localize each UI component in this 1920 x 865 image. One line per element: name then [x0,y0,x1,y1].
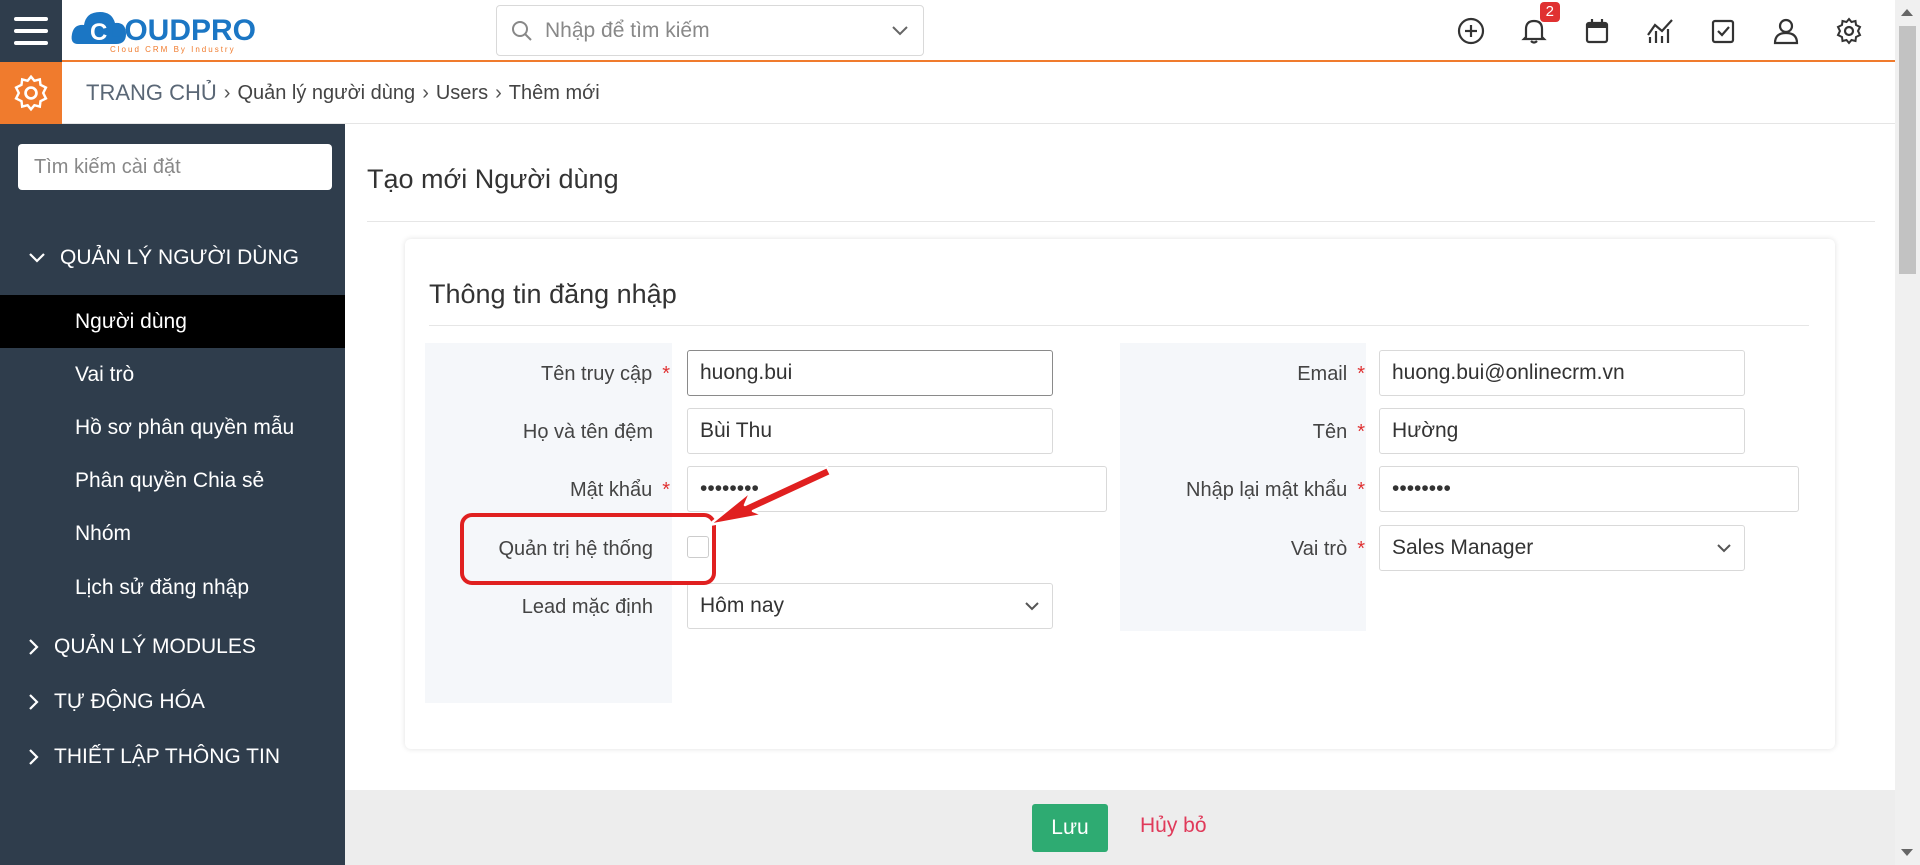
section-automation[interactable]: TỰ ĐỘNG HÓA [28,690,205,714]
user-icon[interactable] [1769,15,1802,48]
annotation-arrow-icon [707,465,833,527]
section-user-management[interactable]: QUẢN LÝ NGƯỜI DÙNG [28,246,299,270]
section-label: QUẢN LÝ MODULES [54,635,256,658]
main-content: Tạo mới Người dùng Thông tin đăng nhập T… [345,124,1895,865]
first-name-field[interactable] [1379,408,1745,454]
breadcrumb-bar: TRANG CHỦ › Quản lý người dùng › Users ›… [0,62,1895,124]
top-bar: C LOUDPRO Cloud CRM By Industry 2 [0,0,1895,62]
scroll-up-icon[interactable] [1901,9,1913,16]
last-name-label: Họ và tên đệm [522,421,653,443]
cancel-button[interactable]: Hủy bỏ [1140,814,1207,838]
chevron-down-icon [1025,602,1039,611]
chevron-right-icon: › [495,81,502,104]
save-button[interactable]: Lưu [1032,804,1108,852]
sidebar-item-login-history[interactable]: Lịch sử đăng nhập [0,561,345,614]
sidebar-item-label: Người dùng [75,309,187,333]
default-lead-select-value: Hôm nay [700,594,785,617]
hamburger-menu-icon[interactable] [0,0,62,62]
svg-text:C: C [90,19,107,46]
default-lead-select[interactable]: Hôm nay [687,583,1053,629]
login-info-card: Thông tin đăng nhập Tên truy cập* Email*… [405,239,1835,749]
sidebar-item-users[interactable]: Người dùng [0,295,345,348]
logo-text: LOUDPRO [106,14,256,47]
sidebar-item-label: Nhóm [75,521,132,545]
task-check-icon[interactable] [1706,15,1739,48]
breadcrumb-add-new: Thêm mới [508,81,600,104]
first-name-label: Tên * [1312,421,1365,443]
logo-tagline: Cloud CRM By Industry [110,45,236,54]
plus-circle-icon[interactable] [1454,15,1487,48]
bell-icon[interactable]: 2 [1517,1,1560,48]
scrollbar-thumb[interactable] [1899,26,1916,274]
email-label: Email * [1297,363,1365,385]
email-field[interactable] [1379,350,1745,396]
confirm-password-field[interactable] [1379,466,1799,512]
breadcrumb: TRANG CHỦ › Quản lý người dùng › Users ›… [86,62,600,124]
calendar-icon[interactable] [1580,15,1613,48]
username-label: Tên truy cập * [541,363,670,385]
last-name-field[interactable] [687,408,1053,454]
section-label: TỰ ĐỘNG HÓA [54,690,205,713]
section-info-settings[interactable]: THIẾT LẬP THÔNG TIN [28,745,280,769]
breadcrumb-user-management[interactable]: Quản lý người dùng [237,82,415,105]
form-footer: Lưu Hủy bỏ [345,790,1895,865]
settings-sidebar: QUẢN LÝ NGƯỜI DÙNG Người dùng Vai trò Hồ… [0,124,345,865]
section-label: THIẾT LẬP THÔNG TIN [54,745,280,768]
top-icon-bar: 2 [1454,0,1865,62]
sidebar-item-label: Lịch sử đăng nhập [75,575,250,599]
settings-gear-icon[interactable] [0,62,62,124]
sidebar-item-label: Hồ sơ phân quyền mẫu [75,415,295,439]
global-search[interactable] [496,5,924,56]
chevron-right-icon [29,749,39,765]
chart-icon[interactable] [1643,15,1676,48]
role-label: Vai trò * [1290,538,1365,560]
gear-icon[interactable] [1832,15,1865,48]
default-lead-label: Lead mặc định [521,596,653,618]
settings-search-input[interactable] [18,144,332,190]
breadcrumb-home[interactable]: TRANG CHỦ [86,80,217,106]
sidebar-item-roles[interactable]: Vai trò [0,348,345,401]
chevron-right-icon [29,639,39,655]
chevron-right-icon [29,694,39,710]
notification-badge: 2 [1539,1,1560,22]
chevron-right-icon: › [223,81,231,104]
section-title: Thông tin đăng nhập [429,279,677,309]
sidebar-item-groups[interactable]: Nhóm [0,507,345,560]
sidebar-item-sharing[interactable]: Phân quyền Chia sẻ [0,454,345,507]
sidebar-item-label: Phân quyền Chia sẻ [75,468,265,492]
section-label: QUẢN LÝ NGƯỜI DÙNG [60,246,299,269]
divider [367,221,1875,222]
page-scrollbar[interactable] [1895,0,1920,865]
chevron-down-icon[interactable] [891,25,909,37]
sidebar-item-label: Vai trò [75,362,135,386]
annotation-highlight-box [460,513,716,585]
scroll-down-icon[interactable] [1901,849,1913,856]
breadcrumb-users[interactable]: Users [436,82,488,105]
chevron-down-icon [1717,544,1731,553]
global-search-input[interactable] [545,18,891,43]
cloudpro-logo[interactable]: C LOUDPRO Cloud CRM By Industry [70,4,295,56]
sidebar-item-profiles[interactable]: Hồ sơ phân quyền mẫu [0,401,345,454]
divider [429,325,1809,326]
chevron-right-icon: › [422,81,429,104]
confirm-password-label: Nhập lại mật khẩu * [1186,479,1365,501]
chevron-down-icon [29,253,45,263]
section-modules[interactable]: QUẢN LÝ MODULES [28,635,256,659]
role-select[interactable]: Sales Manager [1379,525,1745,571]
password-label: Mật khẩu * [569,479,670,501]
username-field[interactable] [687,350,1053,396]
role-select-value: Sales Manager [1392,536,1534,559]
search-icon [512,20,532,41]
page-title: Tạo mới Người dùng [367,164,619,194]
